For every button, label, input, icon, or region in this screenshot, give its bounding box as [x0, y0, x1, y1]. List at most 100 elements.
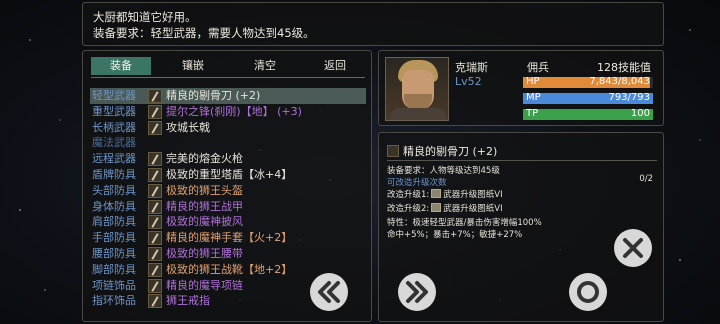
equipment-item-icon [148, 294, 162, 309]
slot-label: 项链饰品 [92, 278, 136, 292]
equipment-item-icon [148, 183, 162, 198]
double-chevron-left-icon [312, 275, 346, 309]
slot-label: 头部防具 [92, 183, 136, 197]
mp-value: 793/793 [608, 92, 650, 103]
item-trait: 特性：极速轻型武器/暴击伤害增幅100% [387, 218, 542, 228]
slot-item-name: 极致的狮王腰带 [166, 247, 243, 260]
slot-label: 腰部防具 [92, 247, 136, 260]
item-description-panel: 大厨都知道它好用。 装备要求：轻型武器，需要人物达到45级。 [82, 2, 664, 46]
equipment-item-icon [148, 215, 162, 230]
blueprint-icon [431, 203, 442, 212]
slot-label: 身体防具 [92, 199, 136, 213]
slot-item-name: 极致的狮王战靴【地+2】 [166, 262, 293, 276]
knife-icon [387, 145, 399, 157]
slot-item-name: 极致的重型塔盾【冰+4】 [166, 168, 293, 181]
character-portrait [385, 57, 449, 121]
item-requirement: 装备要求：人物等级达到45级 [387, 166, 500, 176]
slot-item-name: 完美的熔金火枪 [166, 152, 243, 166]
equipment-slot-row[interactable]: 身体防具 精良的狮王战甲 [90, 199, 366, 215]
slot-item-name: 极致的狮王头盔 [166, 183, 243, 197]
tp-label: TP [526, 108, 539, 119]
item-upgrade-1: 改造升级1: 武器升级图纸VI [387, 188, 503, 200]
slot-item-name: 精良的魔神手套【火+2】 [166, 231, 293, 245]
slot-label: 肩部防具 [92, 215, 136, 229]
character-name: 克瑞斯 [455, 61, 488, 74]
mp-label: MP [526, 92, 541, 103]
equipment-slot-row[interactable]: 头部防具 极致的狮王头盔 [90, 183, 366, 199]
tp-value: 100 [630, 108, 650, 119]
hp-label: HP [526, 76, 540, 87]
equipment-slot-row[interactable]: 长柄武器 攻城长戟 [90, 120, 366, 136]
character-panel: 克瑞斯 Lv52 佣兵 128技能值 HP 7,843/8,043 MP 793… [378, 50, 664, 126]
equipment-item-icon [148, 104, 162, 119]
slot-item-name: 提尔之锋(刹刚)【地】 (+3) [166, 104, 302, 118]
item-upgrade-count: 0/2 [639, 174, 653, 184]
equipment-item-icon [148, 168, 162, 182]
upgrade-1-prefix: 改造升级1: [387, 190, 430, 200]
equipment-item-icon [148, 262, 162, 277]
slot-label: 远程武器 [92, 152, 136, 166]
item-detail-title: 精良的剔骨刀 (+2) [403, 145, 498, 158]
equipment-item-icon [148, 231, 162, 246]
x-icon [616, 231, 650, 265]
slot-label: 指环饰品 [92, 294, 136, 308]
slot-label: 长柄武器 [92, 120, 136, 134]
item-upgrade-2: 改造升级2: 武器升级图纸VI [387, 202, 503, 214]
item-stats: 命中+5%；暴击+7%；敏捷+27% [387, 230, 523, 240]
slot-label: 脚部防具 [92, 262, 136, 276]
equipment-slot-row[interactable]: 轻型武器 精良的剔骨刀 (+2) [90, 88, 366, 104]
mp-bar: MP 793/793 [523, 92, 653, 104]
item-detail-divider [387, 160, 657, 161]
circle-icon [571, 275, 605, 309]
tab-return[interactable]: 返回 [305, 57, 365, 75]
equipment-item-icon [148, 152, 162, 167]
upgrade-2-prefix: 改造升级2: [387, 204, 430, 214]
slot-label: 盾牌防具 [92, 168, 136, 181]
equipment-item-icon [148, 199, 162, 214]
tp-bar: TP 100 [523, 108, 653, 120]
tab-divider [91, 77, 365, 78]
hp-bar: HP 7,843/8,043 [523, 76, 653, 88]
confirm-button[interactable] [569, 273, 607, 311]
equipment-slot-row[interactable]: 肩部防具 极致的魔神披风 [90, 214, 366, 230]
double-chevron-right-icon [400, 275, 434, 309]
character-class: 佣兵 [527, 61, 549, 74]
blueprint-icon [431, 189, 442, 198]
slot-label: 手部防具 [92, 231, 136, 245]
tab-inlay[interactable]: 镶嵌 [163, 57, 223, 75]
slot-label: 魔法武器 [92, 136, 136, 150]
close-button[interactable] [614, 229, 652, 267]
slot-item-name: 精良的狮王战甲 [166, 199, 243, 213]
slot-item-name: 狮王戒指 [166, 294, 210, 308]
equipment-tabs: 装备 镶嵌 清空 返回 [91, 57, 365, 75]
slot-label: 轻型武器 [92, 89, 136, 102]
slot-item-name: 攻城长戟 [166, 120, 210, 134]
skill-points: 128技能值 [597, 61, 651, 74]
equipment-item-icon [148, 247, 162, 261]
equipment-slot-row[interactable]: 重型武器 提尔之锋(刹刚)【地】 (+3) [90, 104, 366, 120]
upgrade-2-name: 武器升级图纸VI [443, 204, 503, 214]
previous-button[interactable] [310, 273, 348, 311]
description-flavor-text: 大厨都知道它好用。 [93, 10, 197, 24]
equipment-slot-row[interactable]: 远程武器 完美的熔金火枪 [90, 151, 366, 167]
equipment-item-icon [148, 89, 162, 103]
equipment-item-icon [148, 120, 162, 135]
equipment-slot-row[interactable]: 手部防具 精良的魔神手套【火+2】 [90, 230, 366, 246]
tab-equip[interactable]: 装备 [91, 57, 151, 75]
equipment-slot-row[interactable]: 腰部防具 极致的狮王腰带 [90, 246, 366, 262]
equipment-slot-row[interactable]: 盾牌防具 极致的重型塔盾【冰+4】 [90, 167, 366, 183]
slot-label: 重型武器 [92, 104, 136, 118]
description-requirement-text: 装备要求：轻型武器，需要人物达到45级。 [93, 26, 315, 40]
item-upgrade-label: 可改造升级次数 [387, 178, 447, 188]
equipment-item-icon [148, 278, 162, 293]
item-detail-title-row: 精良的剔骨刀 (+2) [387, 143, 497, 159]
character-level: Lv52 [455, 75, 482, 88]
slot-item-name: 精良的魔导项链 [166, 278, 243, 292]
slot-item-name: 极致的魔神披风 [166, 215, 243, 229]
hp-value: 7,843/8,043 [589, 76, 650, 87]
equipment-slot-row[interactable]: 魔法武器 [90, 135, 366, 151]
upgrade-1-name: 武器升级图纸VI [443, 190, 503, 200]
next-button[interactable] [398, 273, 436, 311]
tab-clear[interactable]: 清空 [235, 57, 295, 75]
slot-item-name: 精良的剔骨刀 (+2) [166, 89, 261, 102]
